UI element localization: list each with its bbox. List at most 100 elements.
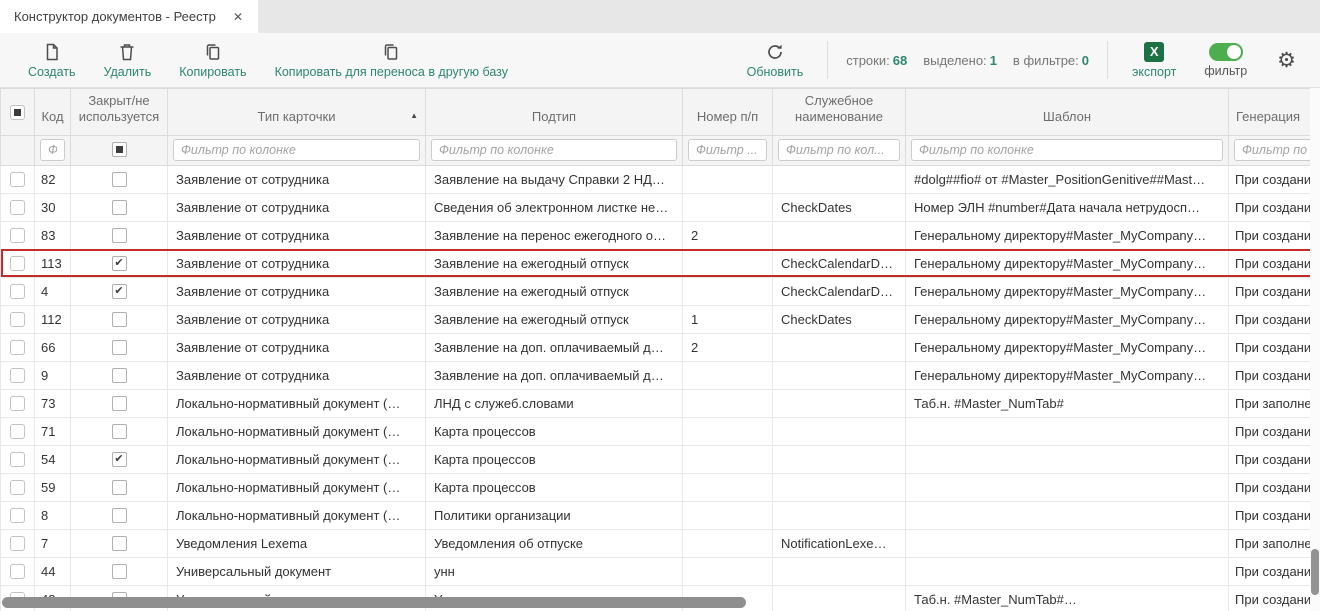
filter-cell-closed[interactable] <box>71 135 168 165</box>
copy-transfer-button[interactable]: Копировать для переноса в другую базу <box>275 42 508 79</box>
closed-checkbox[interactable] <box>112 424 127 439</box>
cell-closed[interactable] <box>71 165 168 193</box>
row-select-checkbox[interactable] <box>10 536 25 551</box>
cell-closed[interactable] <box>71 473 168 501</box>
copy-button[interactable]: Копировать <box>179 42 246 79</box>
column-header-card-type[interactable]: Тип карточки▲ <box>168 89 426 136</box>
table-row[interactable]: 66 Заявление от сотрудника Заявление на … <box>1 333 1320 361</box>
column-header-number[interactable]: Номер п/п <box>683 89 773 136</box>
vertical-scrollbar-thumb[interactable] <box>1311 549 1319 595</box>
template-filter-input[interactable] <box>911 139 1223 161</box>
code-filter-input[interactable] <box>40 139 65 161</box>
row-select-checkbox[interactable] <box>10 508 25 523</box>
closed-filter-checkbox[interactable] <box>112 142 127 157</box>
row-select-checkbox[interactable] <box>10 452 25 467</box>
row-select-cell[interactable] <box>1 389 35 417</box>
select-all-checkbox[interactable] <box>10 105 25 120</box>
closed-checkbox[interactable] <box>112 480 127 495</box>
row-select-cell[interactable] <box>1 249 35 277</box>
table-row[interactable]: 112 Заявление от сотрудника Заявление на… <box>1 305 1320 333</box>
row-select-checkbox[interactable] <box>10 424 25 439</box>
table-row[interactable]: 9 Заявление от сотрудника Заявление на д… <box>1 361 1320 389</box>
closed-checkbox[interactable] <box>112 312 127 327</box>
row-select-cell[interactable] <box>1 417 35 445</box>
closed-checkbox[interactable] <box>112 172 127 187</box>
row-select-checkbox[interactable] <box>10 396 25 411</box>
table-row[interactable]: 83 Заявление от сотрудника Заявление на … <box>1 221 1320 249</box>
cell-closed[interactable] <box>71 389 168 417</box>
column-header-template[interactable]: Шаблон <box>906 89 1229 136</box>
vertical-scrollbar[interactable] <box>1310 88 1320 611</box>
closed-checkbox[interactable] <box>112 340 127 355</box>
cell-closed[interactable] <box>71 557 168 585</box>
closed-checkbox[interactable] <box>112 396 127 411</box>
card-type-filter-input[interactable] <box>173 139 420 161</box>
filter-toggle-switch[interactable] <box>1209 43 1243 61</box>
table-row[interactable]: 82 Заявление от сотрудника Заявление на … <box>1 165 1320 193</box>
cell-closed[interactable] <box>71 529 168 557</box>
filter-toggle-button[interactable]: фильтр <box>1204 43 1247 78</box>
table-row[interactable]: 8 Локально-нормативный документ (… Полит… <box>1 501 1320 529</box>
column-header-generation[interactable]: Генерация <box>1229 89 1320 136</box>
row-select-checkbox[interactable] <box>10 172 25 187</box>
horizontal-scrollbar[interactable] <box>0 597 1320 608</box>
row-select-cell[interactable] <box>1 557 35 585</box>
row-select-checkbox[interactable] <box>10 256 25 271</box>
cell-closed[interactable] <box>71 417 168 445</box>
cell-closed[interactable] <box>71 361 168 389</box>
row-select-cell[interactable] <box>1 445 35 473</box>
closed-checkbox[interactable] <box>112 256 127 271</box>
delete-button[interactable]: Удалить <box>104 42 152 79</box>
table-row[interactable]: 7 Уведомления Lexema Уведомления об отпу… <box>1 529 1320 557</box>
refresh-button[interactable]: Обновить <box>747 42 804 79</box>
select-all-header[interactable] <box>1 89 35 136</box>
row-select-checkbox[interactable] <box>10 312 25 327</box>
table-row[interactable]: 73 Локально-нормативный документ (… ЛНД … <box>1 389 1320 417</box>
table-row[interactable]: 59 Локально-нормативный документ (… Карт… <box>1 473 1320 501</box>
row-select-cell[interactable] <box>1 529 35 557</box>
generation-filter-input[interactable] <box>1234 139 1320 161</box>
row-select-checkbox[interactable] <box>10 480 25 495</box>
row-select-cell[interactable] <box>1 165 35 193</box>
row-select-checkbox[interactable] <box>10 284 25 299</box>
service-name-filter-input[interactable] <box>778 139 900 161</box>
number-filter-input[interactable] <box>688 139 767 161</box>
table-row[interactable]: 44 Универсальный документ унн При создан… <box>1 557 1320 585</box>
export-button[interactable]: X экспорт <box>1132 42 1176 79</box>
cell-closed[interactable] <box>71 277 168 305</box>
tab-document-constructor[interactable]: Конструктор документов - Реестр ✕ <box>0 0 258 33</box>
cell-closed[interactable] <box>71 221 168 249</box>
row-select-checkbox[interactable] <box>10 228 25 243</box>
closed-checkbox[interactable] <box>112 536 127 551</box>
column-header-subtype[interactable]: Подтип <box>426 89 683 136</box>
cell-closed[interactable] <box>71 333 168 361</box>
closed-checkbox[interactable] <box>112 508 127 523</box>
horizontal-scrollbar-thumb[interactable] <box>2 597 746 608</box>
row-select-checkbox[interactable] <box>10 340 25 355</box>
table-row[interactable]: 30 Заявление от сотрудника Сведения об э… <box>1 193 1320 221</box>
cell-closed[interactable] <box>71 249 168 277</box>
column-header-code[interactable]: Код <box>35 89 71 136</box>
table-row[interactable]: 71 Локально-нормативный документ (… Карт… <box>1 417 1320 445</box>
cell-closed[interactable] <box>71 501 168 529</box>
closed-checkbox[interactable] <box>112 228 127 243</box>
row-select-checkbox[interactable] <box>10 200 25 215</box>
row-select-cell[interactable] <box>1 361 35 389</box>
cell-closed[interactable] <box>71 445 168 473</box>
row-select-checkbox[interactable] <box>10 564 25 579</box>
row-select-cell[interactable] <box>1 221 35 249</box>
row-select-cell[interactable] <box>1 305 35 333</box>
cell-closed[interactable] <box>71 193 168 221</box>
closed-checkbox[interactable] <box>112 200 127 215</box>
table-row[interactable]: 4 Заявление от сотрудника Заявление на е… <box>1 277 1320 305</box>
table-row[interactable]: 113 Заявление от сотрудника Заявление на… <box>1 249 1320 277</box>
subtype-filter-input[interactable] <box>431 139 677 161</box>
row-select-cell[interactable] <box>1 333 35 361</box>
closed-checkbox[interactable] <box>112 452 127 467</box>
column-header-service-name[interactable]: Служебное наименование <box>773 89 906 136</box>
row-select-cell[interactable] <box>1 277 35 305</box>
tab-close-icon[interactable]: ✕ <box>230 8 246 26</box>
create-button[interactable]: Создать <box>28 42 76 79</box>
closed-checkbox[interactable] <box>112 284 127 299</box>
row-select-cell[interactable] <box>1 193 35 221</box>
